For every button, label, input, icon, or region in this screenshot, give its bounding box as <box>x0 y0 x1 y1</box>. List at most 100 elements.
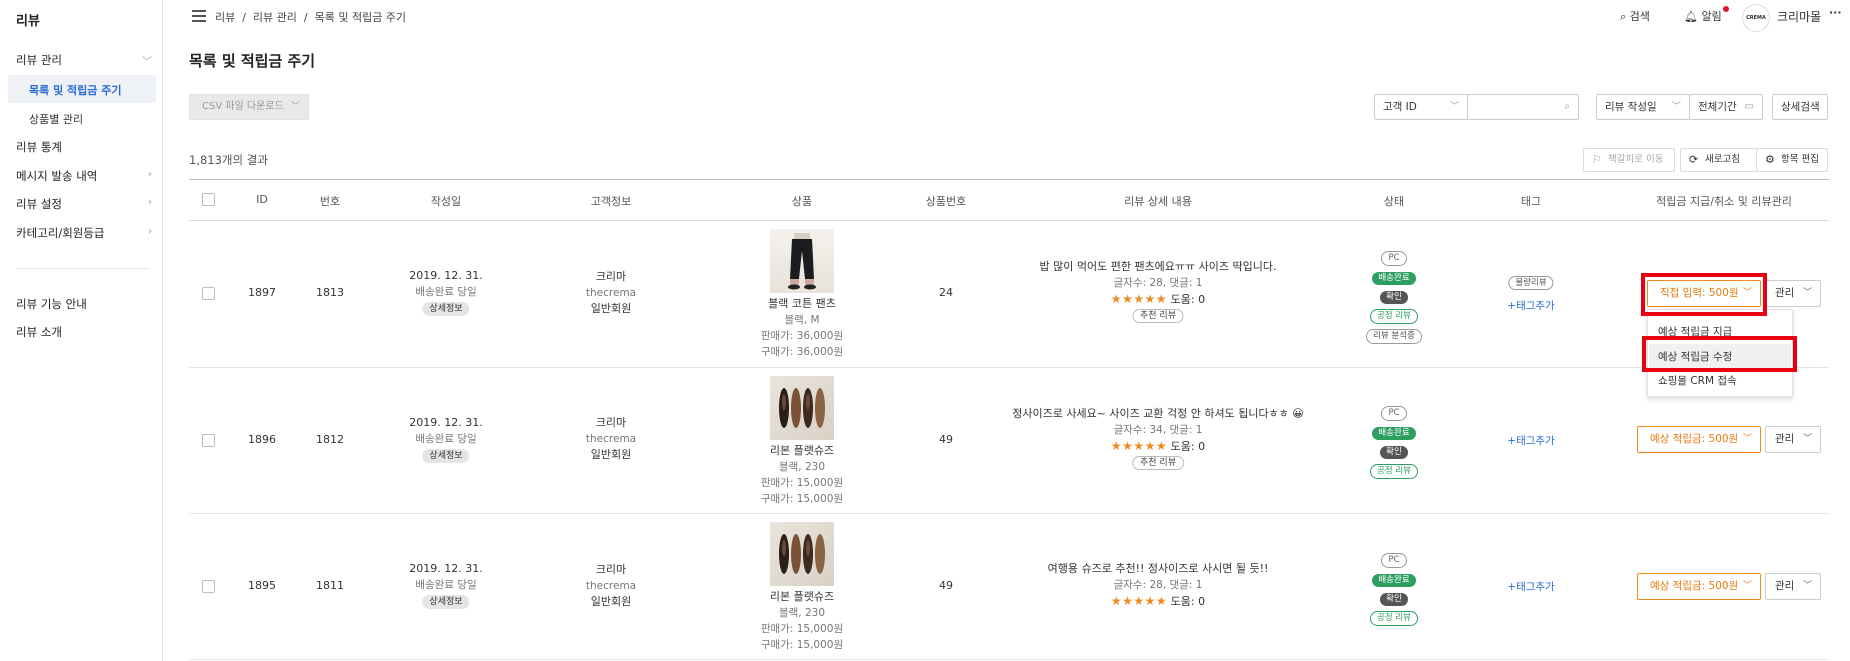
alert-badge <box>1723 6 1729 12</box>
customer-id: thecrema <box>585 433 637 445</box>
product-thumbnail[interactable] <box>770 522 834 586</box>
point-estimate-button[interactable]: 예상 적립금: 500원 ﹀ <box>1637 573 1761 600</box>
dropdown-item-crm[interactable]: 쇼핑몰 CRM 접속 <box>1658 373 1737 388</box>
sidebar-item-message-history[interactable]: 메시지 발송 내역 › <box>16 168 152 184</box>
row-checkbox[interactable] <box>202 580 215 593</box>
customer-name[interactable]: 크리마 <box>586 562 636 578</box>
manage-label: 관리 <box>1775 287 1795 299</box>
sidebar-item-review-intro[interactable]: 리뷰 소개 <box>16 324 152 340</box>
sidebar-item-review-management[interactable]: 리뷰 관리 ﹀ <box>16 52 152 68</box>
detail-search-label: 상세검색 <box>1781 101 1820 113</box>
col-number[interactable]: 번호 <box>320 193 340 209</box>
sidebar-title: 리뷰 <box>16 14 40 29</box>
more-icon[interactable]: ··· <box>1829 6 1842 19</box>
manage-button[interactable]: 관리 ﹀ <box>1765 426 1821 453</box>
gear-icon: ⚙ <box>1765 153 1775 166</box>
sale-price: 판매가: 15,000원 <box>760 623 844 635</box>
row-review-cell[interactable]: 정사이즈로 사세요~ 사이즈 교환 걱정 안 하셔도 됩니다ㅎㅎ 😀 글자수: … <box>1012 406 1304 470</box>
status-badge: PC <box>1381 251 1407 266</box>
tag-chip[interactable]: 불량리뷰 <box>1508 276 1554 290</box>
sidebar-item-list-and-points[interactable]: 목록 및 적립금 주기 <box>29 82 121 98</box>
row-review-cell[interactable]: 밥 많이 먹어도 편한 팬츠에요ㅠㅠ 사이즈 딱입니다. 글자수: 28, 댓글… <box>1040 259 1277 323</box>
sidebar-item-label: 카테고리/회원등급 <box>16 226 105 240</box>
refresh-label: 새로고침 <box>1705 154 1740 165</box>
col-tag: 태그 <box>1520 195 1542 208</box>
product-name[interactable]: 블랙 코튼 팬츠 <box>761 296 843 312</box>
hamburger-menu-icon[interactable] <box>192 10 206 22</box>
add-tag-link[interactable]: +태그추가 <box>1507 298 1554 313</box>
point-estimate-button[interactable]: 예상 적립금: 500원 ﹀ <box>1637 426 1761 453</box>
select-all-checkbox[interactable] <box>202 193 215 206</box>
row-review-cell[interactable]: 여행용 슈즈로 추천!! 정사이즈로 사시면 될 듯!! 글자수: 28, 댓글… <box>1048 561 1269 610</box>
row-id: 1897 <box>248 286 276 299</box>
customer-name[interactable]: 크리마 <box>586 415 636 431</box>
breadcrumb: 리뷰 / 리뷰 관리 / 목록 및 적립금 주기 <box>215 11 407 24</box>
row-checkbox[interactable] <box>202 434 215 447</box>
col-date[interactable]: 작성일 <box>431 193 461 209</box>
recommended-chip: 추천 리뷰 <box>1132 456 1184 470</box>
detail-search-button[interactable]: 상세검색 <box>1772 94 1828 120</box>
chevron-down-icon: ﹀ <box>1671 102 1681 112</box>
calendar-icon: ▭ <box>1744 101 1754 112</box>
helpful-count: 도움: 0 <box>1170 595 1206 608</box>
sidebar-item-review-settings[interactable]: 리뷰 설정 › <box>16 196 152 212</box>
search-link[interactable]: ⌕ 검색 <box>1620 8 1650 24</box>
review-text[interactable]: 여행용 슈즈로 추천!! 정사이즈로 사시면 될 듯!! <box>1048 561 1269 577</box>
sidebar-item-review-stats[interactable]: 리뷰 통계 <box>16 139 152 155</box>
detail-info-chip[interactable]: 상세정보 <box>422 595 470 609</box>
buy-price: 구매가: 15,000원 <box>760 493 844 505</box>
manage-button[interactable]: 관리 ﹀ <box>1765 573 1821 600</box>
product-thumbnail[interactable] <box>770 229 834 293</box>
review-text[interactable]: 밥 많이 먹어도 편한 팬츠에요ㅠㅠ 사이즈 딱입니다. <box>1040 259 1277 275</box>
detail-info-chip[interactable]: 상세정보 <box>422 302 470 316</box>
product-name[interactable]: 리본 플랫슈즈 <box>761 443 843 459</box>
avatar[interactable]: CREMA <box>1742 4 1770 32</box>
sidebar-item-product-management[interactable]: 상품별 관리 <box>29 111 83 127</box>
detail-info-chip[interactable]: 상세정보 <box>422 449 470 463</box>
row-status-cell: PC 배송완료 확인 공정 리뷰 <box>1359 551 1429 629</box>
search-input[interactable]: ⌕ <box>1467 94 1579 120</box>
manage-button[interactable]: 관리 ﹀ <box>1765 280 1821 307</box>
chevron-down-icon: ﹀ <box>1742 581 1752 591</box>
edit-columns-button[interactable]: ⚙ 항목 편집 <box>1756 148 1828 172</box>
add-tag-link[interactable]: +태그추가 <box>1507 433 1554 448</box>
bookmark-button[interactable]: ⚐ 책갈피로 이동 <box>1583 148 1675 172</box>
bell-icon: 🔔︎ <box>1684 10 1698 23</box>
status-badge: 확인 <box>1380 291 1408 304</box>
row-date-sub: 배송완료 당일 <box>415 286 477 298</box>
csv-download-button[interactable]: CSV 파일 다운로드 ﹀ <box>189 94 309 120</box>
add-tag-link[interactable]: +태그추가 <box>1507 579 1554 594</box>
col-review: 리뷰 상세 내용 <box>1124 195 1192 208</box>
row-customer-cell: 크리마 thecrema 일반회원 <box>586 415 636 463</box>
date-type-select[interactable]: 리뷰 작성일 ﹀ <box>1596 94 1690 120</box>
sidebar-item-category-grade[interactable]: 카테고리/회원등급 › <box>16 225 152 241</box>
product-name[interactable]: 리본 플랫슈즈 <box>761 589 843 605</box>
refresh-button[interactable]: ⟳ 새로고침 <box>1680 148 1758 172</box>
col-customer: 고객정보 <box>590 195 632 208</box>
period-select[interactable]: 전체기간 ▭ <box>1689 94 1763 120</box>
status-badge: 확인 <box>1380 446 1408 459</box>
status-badge: 배송완료 <box>1372 427 1416 440</box>
sidebar-item-feature-guide[interactable]: 리뷰 기능 안내 <box>16 296 152 312</box>
row-divider <box>189 659 1829 660</box>
review-text[interactable]: 정사이즈로 사세요~ 사이즈 교환 걱정 안 하셔도 됩니다ㅎㅎ 😀 <box>1012 406 1304 422</box>
row-product-cell: 리본 플랫슈즈 블랙, 230 판매가: 15,000원 구매가: 15,000… <box>761 443 843 507</box>
alert-label: 알림 <box>1701 10 1722 23</box>
product-option: 블랙, 230 <box>778 607 826 619</box>
row-number: 1812 <box>316 433 344 446</box>
row-checkbox[interactable] <box>202 287 215 300</box>
col-id[interactable]: ID <box>256 193 268 206</box>
row-product-no: 49 <box>939 433 953 446</box>
point-estimate-label: 예상 적립금: 500원 <box>1650 580 1739 592</box>
customer-filter-select[interactable]: 고객 ID ﹀ <box>1374 94 1468 120</box>
user-name[interactable]: 크리마몰 <box>1777 8 1821 25</box>
chevron-down-icon: ﹀ <box>1802 288 1812 298</box>
customer-name[interactable]: 크리마 <box>586 269 636 285</box>
product-thumbnail[interactable] <box>770 376 834 440</box>
customer-grade: 일반회원 <box>590 302 632 315</box>
highlight-box <box>1641 273 1767 316</box>
alert-link[interactable]: 🔔︎ 알림 <box>1684 8 1722 24</box>
sidebar-item-label: 메시지 발송 내역 <box>16 169 98 183</box>
star-rating-icon: ★★★★★ <box>1110 439 1168 453</box>
status-badge: 공정 리뷰 <box>1370 611 1418 626</box>
